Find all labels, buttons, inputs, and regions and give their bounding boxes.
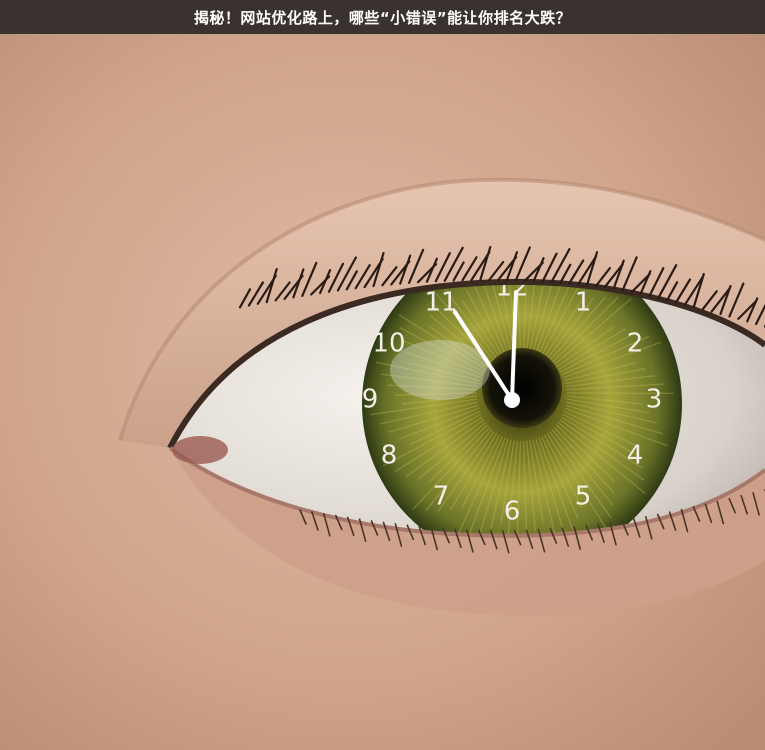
clock-numeral: 3 xyxy=(646,385,663,415)
pupil xyxy=(482,348,562,428)
clock-numeral: 1 xyxy=(575,288,592,318)
clock-numeral: 4 xyxy=(627,441,644,471)
clock-center xyxy=(504,392,520,408)
inner-eye-corner xyxy=(172,436,228,464)
image-frame: 揭秘！网站优化路上，哪些“小错误”能让你排名大跌？ 12 1 2 3 4 5 6… xyxy=(0,0,765,750)
title-bar: 揭秘！网站优化路上，哪些“小错误”能让你排名大跌？ xyxy=(0,0,765,34)
eye-clock-photo: 12 1234567891011 xyxy=(0,34,765,750)
clock-numeral: 5 xyxy=(575,482,592,512)
clock-numeral: 11 xyxy=(424,288,457,318)
clock-numeral: 8 xyxy=(381,441,398,471)
clock-numeral: 10 xyxy=(372,329,405,359)
clock-numeral: 6 xyxy=(504,497,521,527)
page-title: 揭秘！网站优化路上，哪些“小错误”能让你排名大跌？ xyxy=(193,8,572,27)
clock-numeral: 7 xyxy=(433,482,450,512)
clock-numeral: 2 xyxy=(627,329,644,359)
clock-numeral: 9 xyxy=(362,385,379,415)
